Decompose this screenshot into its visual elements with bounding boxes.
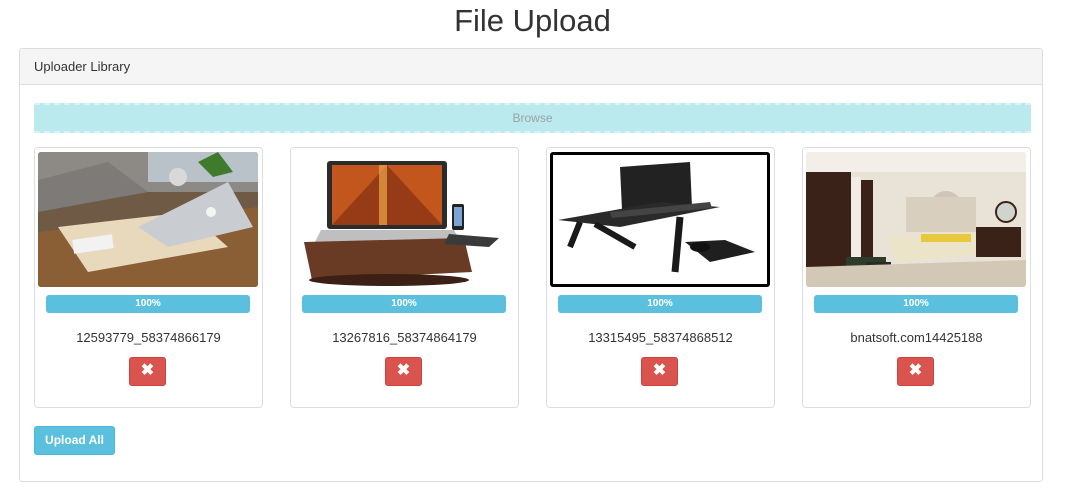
close-icon: ✖ bbox=[140, 362, 155, 379]
close-icon: ✖ bbox=[908, 362, 923, 379]
file-card: 100% bnatsoft.com14425188 ✖ bbox=[802, 147, 1031, 408]
upload-progress-bar: 100% bbox=[46, 295, 250, 313]
file-card: 100% 13315495_58374868512 ✖ bbox=[546, 147, 775, 408]
upload-progress-bar: 100% bbox=[814, 295, 1018, 313]
file-thumbnail bbox=[806, 152, 1026, 287]
page-title: File Upload bbox=[454, 3, 611, 38]
uploader-panel: Uploader Library Browse 100% 12593779_58… bbox=[19, 48, 1043, 482]
upload-progress-bar: 100% bbox=[302, 295, 506, 313]
remove-file-button[interactable]: ✖ bbox=[897, 357, 934, 386]
file-name: bnatsoft.com14425188 bbox=[850, 330, 983, 345]
remove-file-button[interactable]: ✖ bbox=[641, 357, 678, 386]
file-card: 100% 13267816_58374864179 ✖ bbox=[290, 147, 519, 408]
file-thumbnail bbox=[38, 152, 258, 287]
file-thumbnail bbox=[550, 152, 770, 287]
remove-file-button[interactable]: ✖ bbox=[129, 357, 166, 386]
remove-file-button[interactable]: ✖ bbox=[385, 357, 422, 386]
file-thumbnail bbox=[294, 152, 514, 287]
file-name: 12593779_58374866179 bbox=[76, 330, 221, 345]
file-card: 100% 12593779_58374866179 ✖ bbox=[34, 147, 263, 408]
panel-heading: Uploader Library bbox=[20, 49, 1042, 85]
close-icon: ✖ bbox=[396, 362, 411, 379]
close-icon: ✖ bbox=[652, 362, 667, 379]
upload-all-button[interactable]: Upload All bbox=[34, 426, 115, 455]
file-name: 13267816_58374864179 bbox=[332, 330, 477, 345]
file-name: 13315495_58374868512 bbox=[588, 330, 733, 345]
upload-progress-bar: 100% bbox=[558, 295, 762, 313]
browse-dropzone[interactable]: Browse bbox=[34, 103, 1031, 133]
